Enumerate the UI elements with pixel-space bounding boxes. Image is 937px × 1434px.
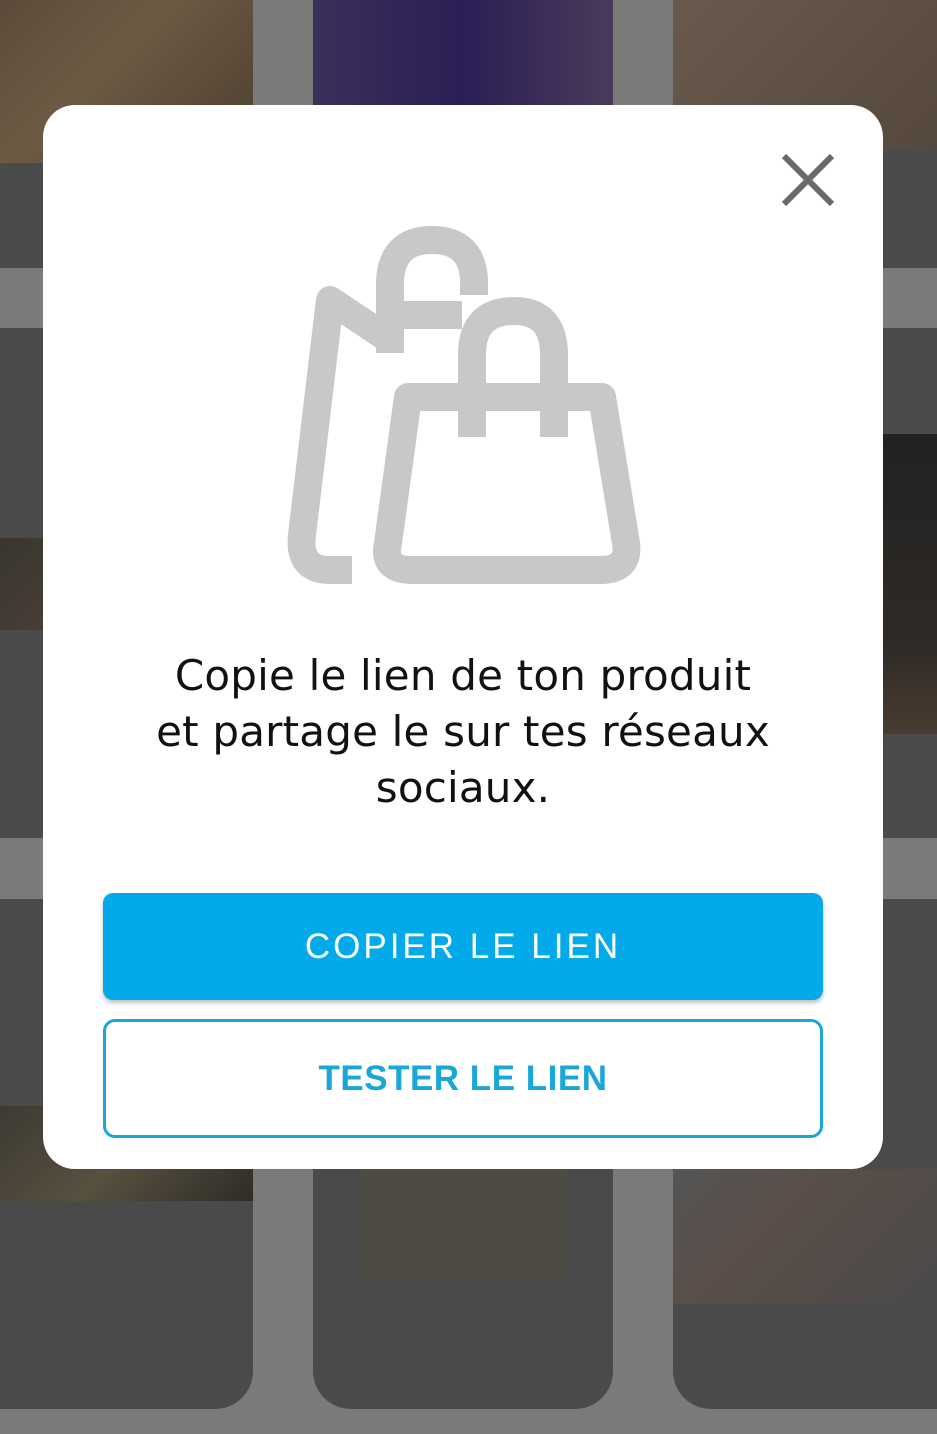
modal-message: Copie le lien de ton produit et partage … xyxy=(103,648,823,816)
message-line: et partage le sur tes réseaux xyxy=(156,707,770,756)
copy-link-button[interactable]: COPIER LE LIEN xyxy=(103,893,823,1000)
product-image xyxy=(673,1169,937,1304)
message-line: sociaux. xyxy=(375,763,551,812)
product-image xyxy=(361,1169,565,1279)
shopping-bags-icon xyxy=(282,225,646,587)
close-button[interactable] xyxy=(776,150,840,214)
product-image xyxy=(313,0,613,105)
test-link-button[interactable]: TESTER LE LIEN xyxy=(103,1019,823,1138)
close-icon xyxy=(781,153,835,207)
message-line: Copie le lien de ton produit xyxy=(174,651,752,700)
